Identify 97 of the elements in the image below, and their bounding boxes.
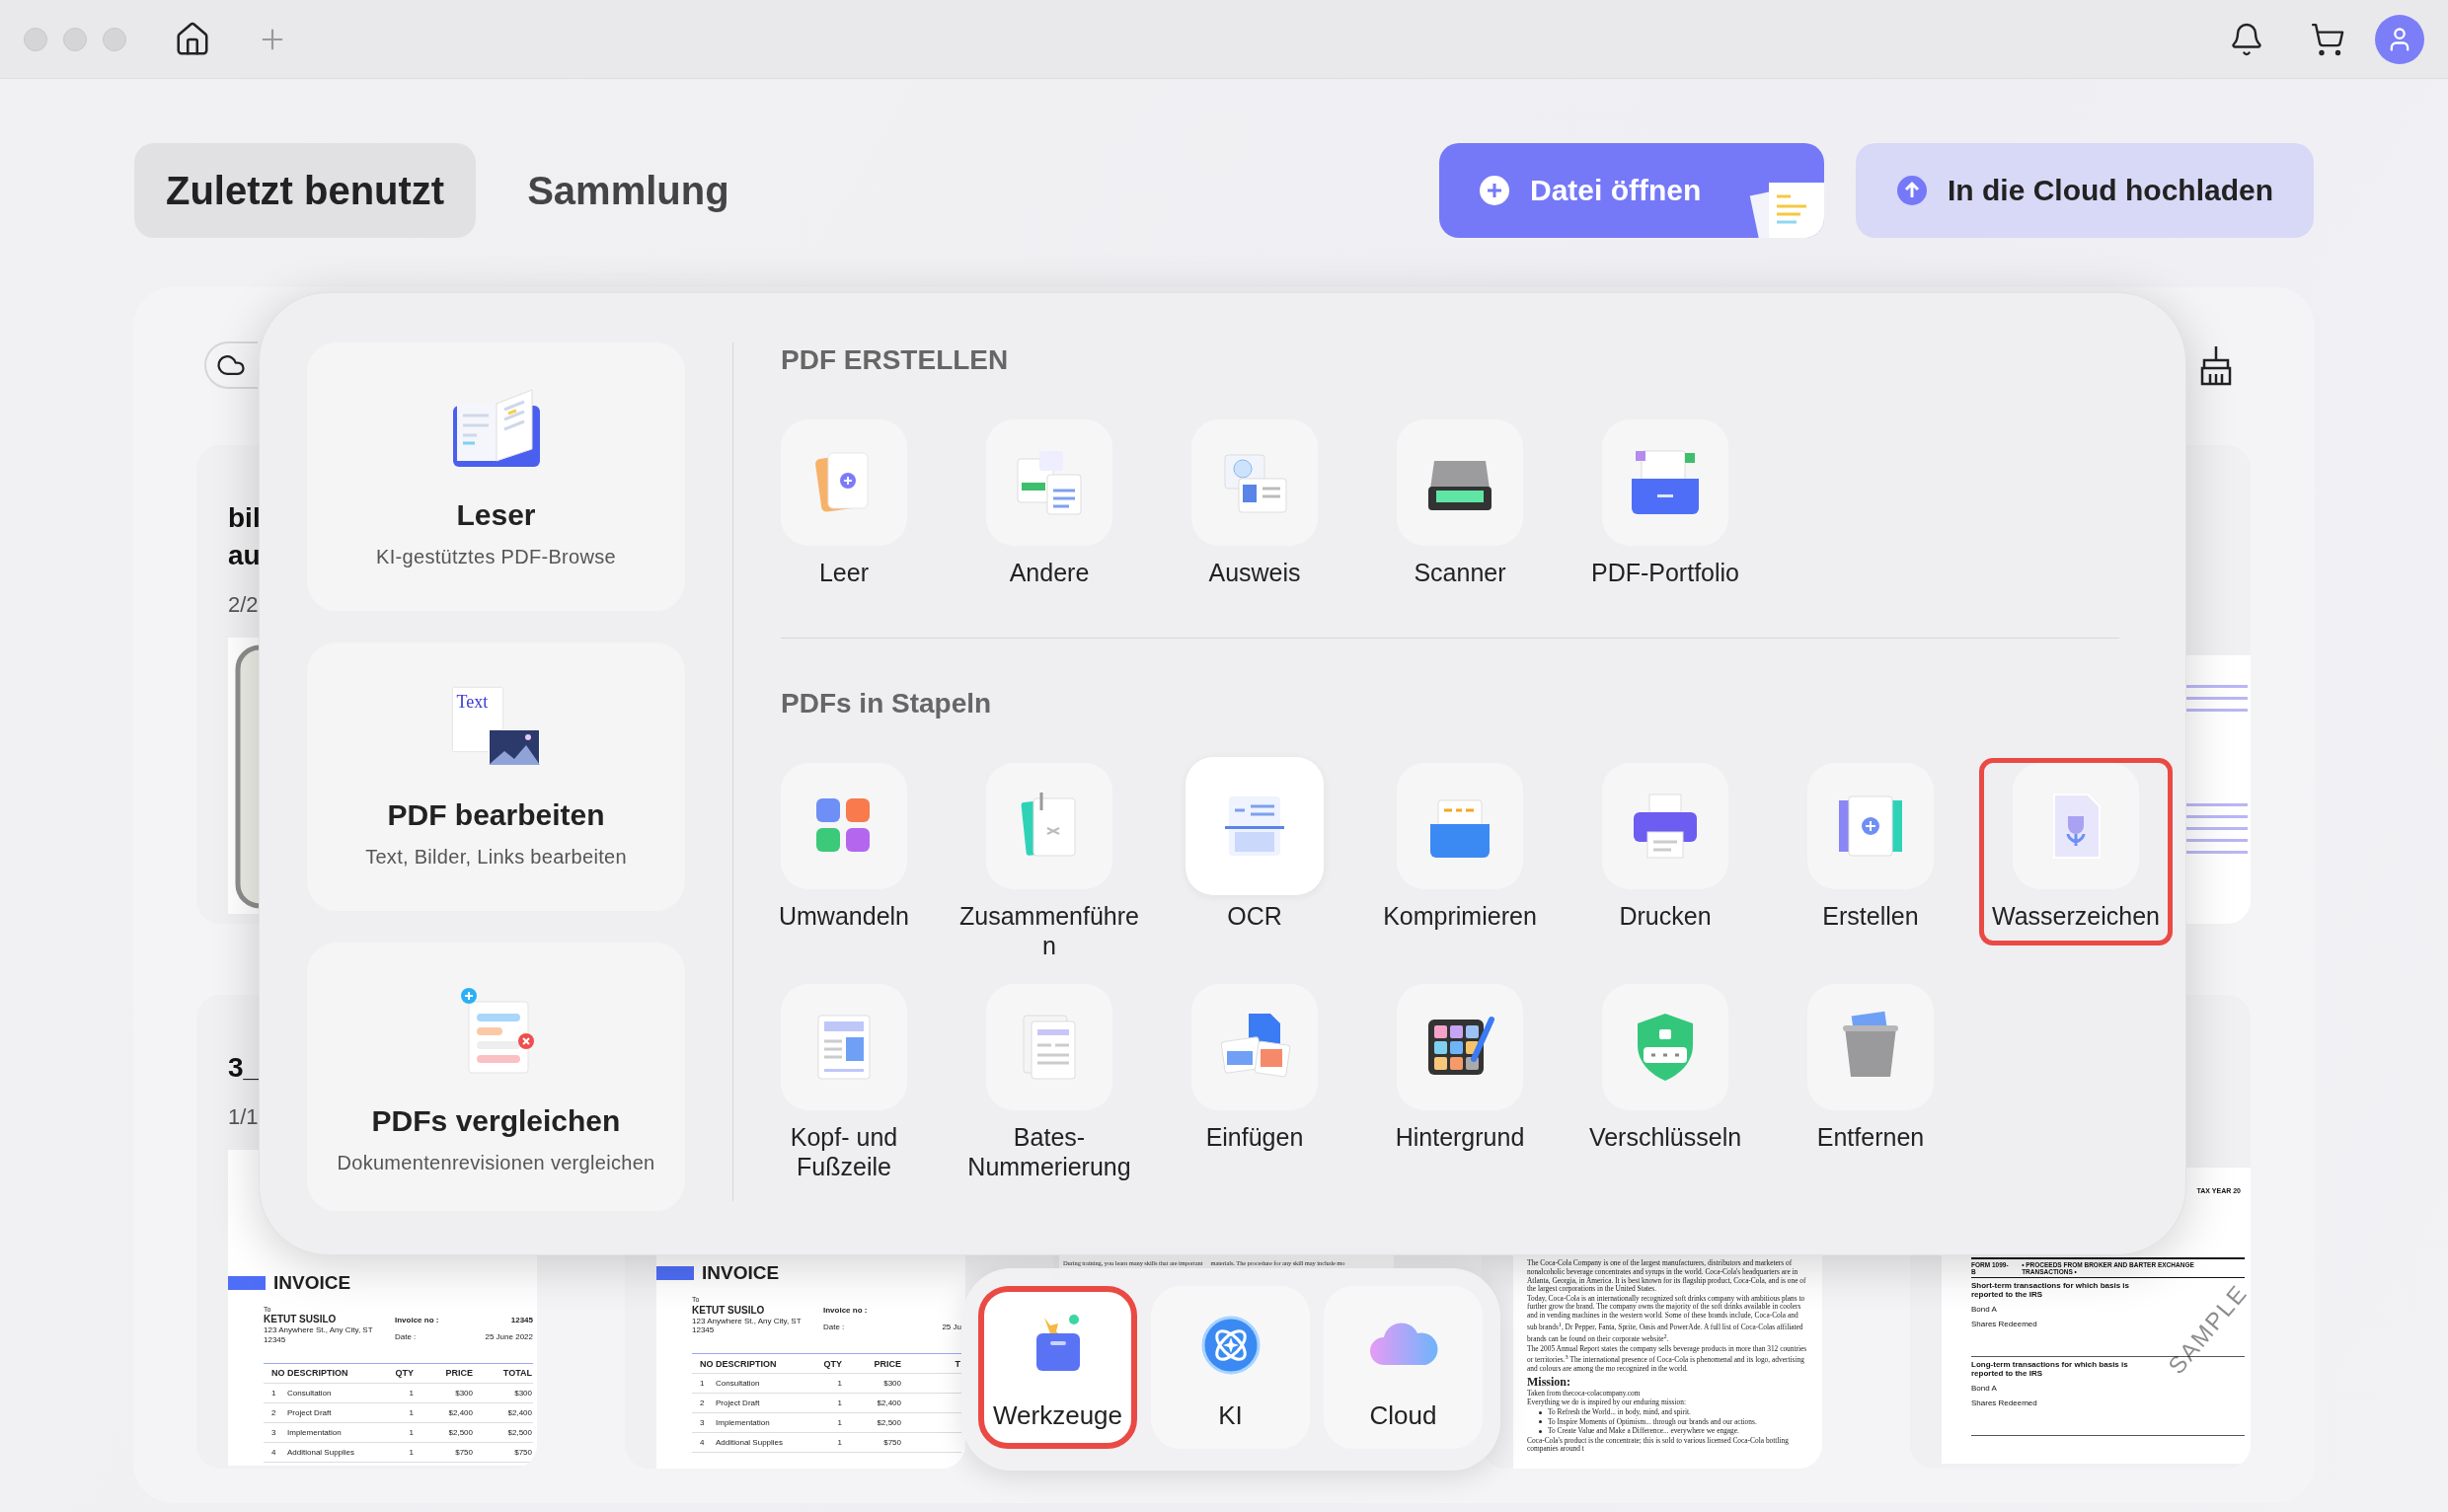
invoice-heading: INVOICE [702, 1262, 780, 1285]
table-cell-text: $2,500 [876, 1418, 901, 1427]
table-cell-text: 1 [408, 1407, 414, 1417]
table-cell-text: 1 [408, 1427, 414, 1437]
column-header: DESCRIPTION [716, 1358, 778, 1369]
field-value: 25 June 2022 [485, 1331, 533, 1343]
field-label: Invoice no : [823, 1306, 868, 1318]
form-text: Shares Redeemed [1971, 1320, 2037, 1328]
file-name: au [228, 539, 261, 572]
page-count: 2/2 [228, 592, 259, 618]
column-header: QTY [394, 1368, 414, 1379]
invoice-address: 123 Anywhere St., Any City, ST 12345 [692, 1316, 803, 1335]
column-header: PRICE [444, 1368, 473, 1379]
table-cell-text: Additional Supplies [716, 1438, 785, 1447]
field-label: Date : [823, 1323, 845, 1334]
table-cell-text: 1 [836, 1438, 842, 1447]
column-header: NO [699, 1358, 715, 1369]
form-text: Long-term transactions for which basis is reported to the IRS [1971, 1360, 2129, 1378]
table-cell-text: $750 [454, 1447, 473, 1457]
table-cell-text: 3 [699, 1418, 706, 1427]
file-name: bil [228, 501, 261, 535]
tool-label: Andere [1008, 558, 1091, 587]
table-cell-text: Consultation [716, 1379, 761, 1388]
table-cell-text: 1 [270, 1388, 277, 1398]
column-header: PRICE [873, 1358, 901, 1369]
tool-label: Ausweis [1207, 558, 1302, 587]
table-cell-text: $750 [882, 1438, 901, 1447]
column-header: NO [270, 1368, 286, 1379]
table-cell-text: 1 [408, 1388, 414, 1398]
invoice-heading: INVOICE [273, 1272, 351, 1294]
table-cell-text: 1 [699, 1379, 706, 1388]
form-text: Bond A [1971, 1305, 1997, 1314]
invoice-address: 123 Anywhere St., Any City, ST 12345 [264, 1325, 374, 1345]
field-label: Invoice no : [395, 1316, 439, 1326]
field-label: Date : [395, 1331, 417, 1343]
table-cell-text: $300 [513, 1388, 532, 1398]
tool-label: Hintergrund [1394, 1122, 1526, 1152]
tool-label: Drucken [1618, 901, 1713, 931]
tool-label: Zusammenführen [958, 901, 1140, 960]
table-cell-text: 4 [270, 1447, 277, 1457]
form-text: Short-term transactions for which basis is reported to the IRS [1971, 1281, 2131, 1299]
tool-label: OCR [1226, 901, 1283, 931]
feature-title: PDF bearbeiten [387, 798, 605, 832]
field-value: 25 Ju [942, 1323, 961, 1334]
tool-label: Verschlüsseln [1587, 1122, 1743, 1152]
file-name: 3_ [228, 1051, 260, 1085]
table-cell-text: 4 [699, 1438, 706, 1447]
table-cell-text: $2,400 [876, 1399, 901, 1407]
column-header: TOTAL [501, 1368, 532, 1379]
section-heading: PDF ERSTELLEN [781, 343, 1010, 377]
feature-subtitle: KI-gestütztes PDF-Browse [376, 546, 616, 568]
tool-label: Kopf- und Fußzeile [789, 1122, 899, 1181]
table-cell-text: 1 [408, 1447, 414, 1457]
table-cell-text: $750 [513, 1447, 532, 1457]
field-value: 12345 [510, 1316, 533, 1326]
column-header: T [954, 1358, 960, 1369]
form-text: Shares Redeemed [1971, 1399, 2037, 1407]
document-heading: Mission: [1527, 1374, 1571, 1389]
column-header: QTY [822, 1358, 842, 1369]
tool-label: Erstellen [1821, 901, 1920, 931]
tool-label: Scanner [1413, 558, 1507, 587]
table-cell-text: $2,400 [506, 1407, 532, 1417]
table-cell-text: Consultation [287, 1388, 333, 1398]
table-cell-text: $2,500 [506, 1427, 532, 1437]
form-text: Bond A [1971, 1384, 1997, 1393]
tool-label: Komprimieren [1382, 901, 1538, 931]
table-cell-text: 1 [836, 1379, 842, 1388]
column-header: DESCRIPTION [287, 1368, 349, 1379]
table-cell-text: Additional Supplies [287, 1447, 356, 1457]
table-cell-text: $300 [882, 1379, 901, 1388]
table-cell-text: $300 [454, 1388, 473, 1398]
table-cell-text: Implementation [716, 1418, 771, 1427]
feature-subtitle: Text, Bilder, Links bearbeiten [365, 846, 627, 869]
table-cell-text: Implementation [287, 1427, 343, 1437]
table-cell-text: 1 [836, 1418, 842, 1427]
table-cell-text: $2,500 [447, 1427, 473, 1437]
tool-label: PDF-Portfolio [1589, 558, 1740, 587]
feature-title: PDFs vergleichen [371, 1104, 621, 1138]
customer-name: KETUT SUSILO [692, 1304, 766, 1317]
table-cell-text: Project Draft [287, 1407, 333, 1417]
customer-name: KETUT SUSILO [264, 1314, 338, 1326]
tool-label: Entfernen [1815, 1122, 1926, 1152]
section-heading: PDFs in Stapeln [781, 687, 993, 720]
tool-label: Bates-Nummerierung [966, 1122, 1132, 1181]
table-cell-text: 3 [270, 1427, 277, 1437]
tool-label: Wasserzeichen [1991, 901, 2161, 931]
table-cell-text: 2 [270, 1407, 277, 1417]
tool-label: Umwandeln [778, 901, 910, 931]
table-cell-text: 1 [836, 1399, 842, 1407]
feature-subtitle: Dokumentenrevisionen vergleichen [337, 1152, 655, 1174]
feature-title: Leser [456, 498, 536, 532]
tool-label: Leer [817, 558, 870, 587]
table-cell-text: Project Draft [716, 1399, 761, 1407]
table-cell-text: 2 [699, 1399, 706, 1407]
tool-label: Einfügen [1204, 1122, 1305, 1152]
table-cell-text: $2,400 [447, 1407, 473, 1417]
page-count: 1/1 [228, 1104, 259, 1130]
